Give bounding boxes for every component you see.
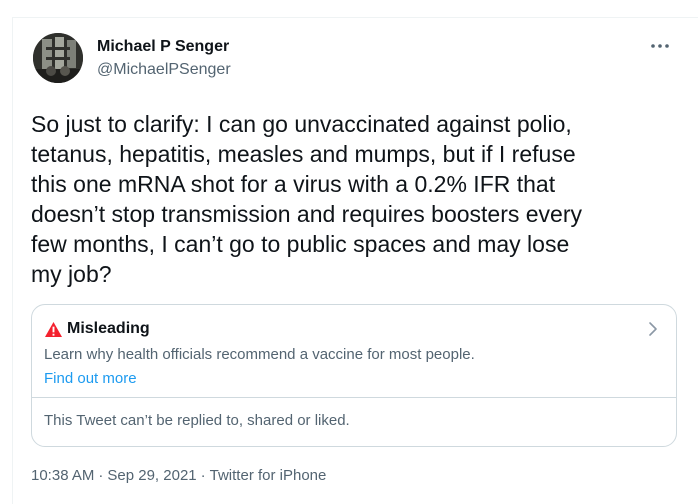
meta-separator: ·	[98, 467, 104, 484]
more-options-button[interactable]	[646, 34, 674, 58]
notice-footer: This Tweet can’t be replied to, shared o…	[44, 412, 350, 429]
notice-title: Misleading	[67, 320, 150, 337]
find-out-more-link[interactable]: Find out more	[44, 370, 137, 388]
tweet-time[interactable]: 10:38 AM	[31, 467, 94, 484]
notice-header: Misleading	[44, 320, 150, 338]
notice-body: Learn why health officials recommend a v…	[44, 346, 475, 363]
misleading-notice-card[interactable]: Misleading Learn why health officials re…	[31, 304, 677, 447]
tweet-line: tetanus, hepatitis, measles and mumps, b…	[31, 141, 576, 167]
tweet-line: So just to clarify: I can go unvaccinate…	[31, 111, 572, 137]
author-handle[interactable]: @MichaelPSenger	[97, 61, 231, 79]
tweet-date[interactable]: Sep 29, 2021	[107, 467, 196, 484]
tweet-source[interactable]: Twitter for iPhone	[210, 467, 327, 484]
notice-divider	[32, 397, 676, 398]
tweet-line: doesn’t stop transmission and requires b…	[31, 201, 583, 227]
author-name[interactable]: Michael P Senger	[97, 38, 229, 56]
tweet-text: So just to clarify: I can go unvaccinate…	[31, 109, 681, 289]
meta-separator: ·	[200, 467, 206, 484]
avatar-photo-icon	[33, 33, 83, 83]
chevron-right-icon[interactable]	[648, 321, 658, 337]
warning-triangle-icon	[45, 321, 62, 337]
tweet-line: few months, I can’t go to public spaces …	[31, 231, 570, 257]
tweet-line: this one mRNA shot for a virus with a 0.…	[31, 171, 556, 197]
more-dots-icon	[651, 44, 669, 48]
avatar[interactable]	[33, 33, 83, 83]
tweet-metadata: 10:38 AM · Sep 29, 2021 · Twitter for iPhone	[31, 467, 326, 485]
tweet-line: my job?	[31, 261, 112, 287]
